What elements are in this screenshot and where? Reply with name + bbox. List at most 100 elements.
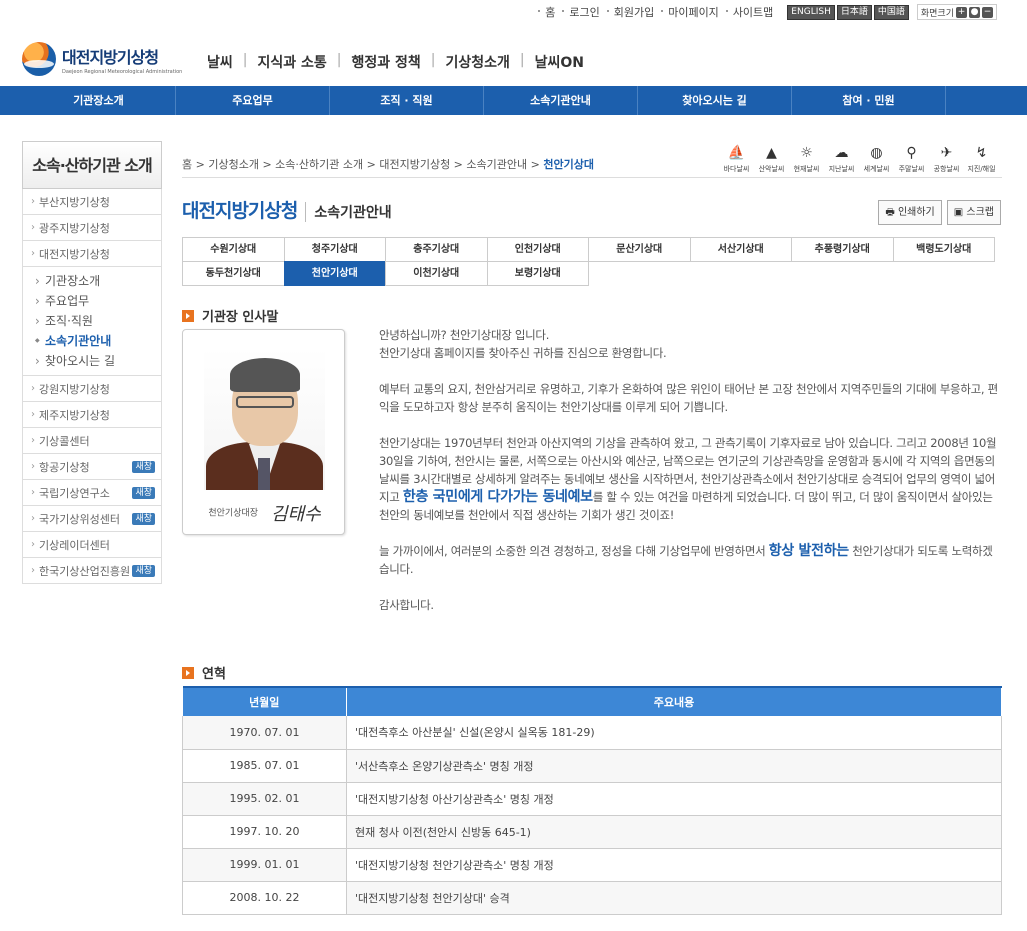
breadcrumb-item[interactable]: 소속기관안내 <box>466 158 527 171</box>
quick-weekend[interactable]: ⚲ 주말날씨 <box>894 142 929 174</box>
gnb-knowledge[interactable]: 지식과 소통 <box>257 52 326 72</box>
subnav-affiliates[interactable]: 소속기관안내 <box>484 86 638 115</box>
emphasis-text: 한층 국민에게 다가가는 동네예보 <box>402 489 593 505</box>
quake-icon: ↯ <box>975 145 988 161</box>
language-links: ENGLISH 日本語 中国語 <box>785 4 909 20</box>
table-row: 1997. 10. 20 현재 청사 이전(천안시 신방동 645-1) <box>182 815 1002 849</box>
tab-chupungnyeong[interactable]: 추풍령기상대 <box>791 237 894 262</box>
new-window-badge: 새창 <box>132 512 155 525</box>
section-heading-greeting: 기관장 인사말 <box>182 306 278 325</box>
tab-cheongju[interactable]: 청주기상대 <box>283 237 386 262</box>
tab-boryeong[interactable]: 보령기상대 <box>486 261 589 286</box>
tab-cheonan[interactable]: 천안기상대 <box>283 261 386 286</box>
section-heading-history: 연혁 <box>182 663 226 682</box>
weather-icon: ☼ <box>800 145 813 161</box>
tab-munsan[interactable]: 문산기상대 <box>588 237 691 262</box>
util-join-link[interactable]: 회원가입 <box>606 4 654 20</box>
bike-icon: ⚲ <box>906 145 917 161</box>
zoom-in-icon[interactable]: + <box>956 6 967 18</box>
quick-world[interactable]: ◍ 세계날씨 <box>859 142 894 174</box>
lnb-item-busan[interactable]: › 부산지방기상청 <box>22 189 162 215</box>
gnb-policy[interactable]: 행정과 정책 <box>351 52 420 72</box>
lnb-sub-org[interactable]: 조직·직원 <box>35 311 161 331</box>
lnb-item-callcenter[interactable]: › 기상콜센터 <box>22 428 162 454</box>
lnb-sub-intro[interactable]: 기관장소개 <box>35 271 161 291</box>
subnav-organization[interactable]: 조직 · 직원 <box>330 86 484 115</box>
quick-current[interactable]: ☼ 현재날씨 <box>789 142 824 174</box>
gnb-weather-on[interactable]: 날씨ON <box>535 52 584 72</box>
station-tabs: 수원기상대 청주기상대 충주기상대 인천기상대 문산기상대 서산기상대 추풍령기… <box>182 237 1002 286</box>
util-mypage-link[interactable]: 마이페이지 <box>661 4 719 20</box>
lnb-item-aviation[interactable]: › 항공기상청 새창 <box>22 454 162 480</box>
breadcrumb-item[interactable]: 대전지방기상청 <box>379 158 450 171</box>
tab-suwon[interactable]: 수원기상대 <box>182 237 285 262</box>
mountain-icon: ▲ <box>766 145 777 161</box>
zoom-reset-icon[interactable]: ● <box>969 6 980 18</box>
subnav-head-intro[interactable]: 기관장소개 <box>22 86 176 115</box>
section-bullet-icon <box>182 309 194 322</box>
lnb-submenu: 기관장소개 주요업무 조직·직원 소속기관안내 찾아오시는 길 <box>22 267 162 376</box>
lnb-item-research[interactable]: › 국립기상연구소 새창 <box>22 480 162 506</box>
lang-japanese-button[interactable]: 日本語 <box>836 4 872 20</box>
gnb-about[interactable]: 기상청소개 <box>445 52 509 72</box>
lnb-sub-affiliates[interactable]: 소속기관안내 <box>35 331 161 351</box>
tab-baengnyeongdo[interactable]: 백령도기상대 <box>892 237 995 262</box>
director-photo <box>204 348 325 490</box>
site-logo[interactable]: 대전지방기상청 Daejeon Regional Meteorological … <box>22 42 182 76</box>
util-login-link[interactable]: 로그인 <box>562 4 600 20</box>
lnb-item-kmipa[interactable]: › 한국기상산업진흥원 새창 <box>22 558 162 584</box>
tab-chungju[interactable]: 충주기상대 <box>385 237 488 262</box>
breadcrumb-item[interactable]: 기상청소개 <box>208 158 259 171</box>
new-window-badge: 새창 <box>132 460 155 473</box>
director-signature: 김태수 <box>270 504 321 525</box>
page-title: 대전지방기상청 소속기관안내 <box>182 196 392 223</box>
left-nav-title: 소속·산하기관 소개 <box>22 141 162 189</box>
gnb-weather[interactable]: 날씨 <box>207 52 233 72</box>
zoom-out-icon[interactable]: − <box>982 6 993 18</box>
table-row: 2008. 10. 22 '대전지방기상청 천안기상대' 승격 <box>182 881 1002 915</box>
util-home-link[interactable]: 홈 <box>538 4 555 20</box>
tab-icheon[interactable]: 이천기상대 <box>385 261 488 286</box>
quick-past[interactable]: ☁ 지난날씨 <box>824 142 859 174</box>
subnav-directions[interactable]: 찾아오시는 길 <box>638 86 792 115</box>
section-bullet-icon <box>182 666 194 679</box>
lnb-item-daejeon[interactable]: › 대전지방기상청 <box>22 241 162 267</box>
lang-chinese-button[interactable]: 中国語 <box>873 4 909 20</box>
history-header-date: 년월일 <box>182 686 347 716</box>
greeting-paragraph: 예부터 교통의 요지, 천안삼거리로 유명하고, 기후가 온화하여 많은 위인이… <box>379 382 998 414</box>
lang-english-button[interactable]: ENGLISH <box>787 4 835 20</box>
tab-seosan[interactable]: 서산기상대 <box>689 237 792 262</box>
breadcrumb: 홈 > 기상청소개 > 소속·산하기관 소개 > 대전지방기상청 > 소속기관안… <box>182 158 594 171</box>
past-weather-icon: ☁ <box>834 145 849 161</box>
quick-quake[interactable]: ↯ 지진/해일 <box>964 142 999 174</box>
tab-dongducheon[interactable]: 동두천기상대 <box>182 261 285 286</box>
greeting-line: 안녕하십니까? 천안기상대장 입니다. <box>379 328 550 342</box>
lnb-sub-directions[interactable]: 찾아오시는 길 <box>35 351 161 371</box>
page-tools: 🖶 인쇄하기 ▣ 스크랩 <box>873 200 1001 225</box>
subnav-participation[interactable]: 참여 · 민원 <box>792 86 946 115</box>
lnb-item-radar[interactable]: › 기상레이더센터 <box>22 532 162 558</box>
print-button[interactable]: 🖶 인쇄하기 <box>878 200 942 225</box>
director-photo-card: 천안기상대장 김태수 <box>182 329 345 535</box>
quick-airport[interactable]: ✈ 공항날씨 <box>929 142 964 174</box>
lnb-item-jeju[interactable]: › 제주지방기상청 <box>22 402 162 428</box>
scrap-button[interactable]: ▣ 스크랩 <box>946 200 1001 225</box>
greeting-text: 안녕하십니까? 천안기상대장 입니다. 천안기상대 홈페이지를 찾아주신 귀하를 … <box>379 326 1001 632</box>
logo-subtitle: Daejeon Regional Meteorological Administ… <box>62 68 183 75</box>
quick-weather-icons: ⛵ 바다날씨 ▲ 산악날씨 ☼ 현재날씨 ☁ 지난날씨 ◍ 세계날씨 ⚲ 주말날씨 ✈ 공항날… <box>719 142 999 174</box>
logo-title: 대전지방기상청 <box>62 47 159 67</box>
breadcrumb-home[interactable]: 홈 <box>182 158 192 171</box>
lnb-item-gwangju[interactable]: › 광주지방기상청 <box>22 215 162 241</box>
breadcrumb-item[interactable]: 소속·산하기관 소개 <box>275 158 363 171</box>
lnb-sub-work[interactable]: 주요업무 <box>35 291 161 311</box>
global-nav: 날씨 | 지식과 소통 | 행정과 정책 | 기상청소개 | 날씨ON <box>207 52 584 72</box>
util-sitemap-link[interactable]: 사이트맵 <box>725 4 773 20</box>
tab-incheon[interactable]: 인천기상대 <box>486 237 589 262</box>
lnb-item-satellite[interactable]: › 국가기상위성센터 새창 <box>22 506 162 532</box>
quick-marine[interactable]: ⛵ 바다날씨 <box>719 142 754 174</box>
quick-mountain[interactable]: ▲ 산악날씨 <box>754 142 789 174</box>
lnb-item-gangwon[interactable]: › 강원지방기상청 <box>22 376 162 402</box>
greeting-paragraph: 천안기상대는 1970년부터 천안과 아산지역의 기상을 관측하여 왔고, 그 … <box>379 436 997 522</box>
emphasis-text: 항상 발전하는 <box>768 543 849 559</box>
subnav-main-work[interactable]: 주요업무 <box>176 86 330 115</box>
